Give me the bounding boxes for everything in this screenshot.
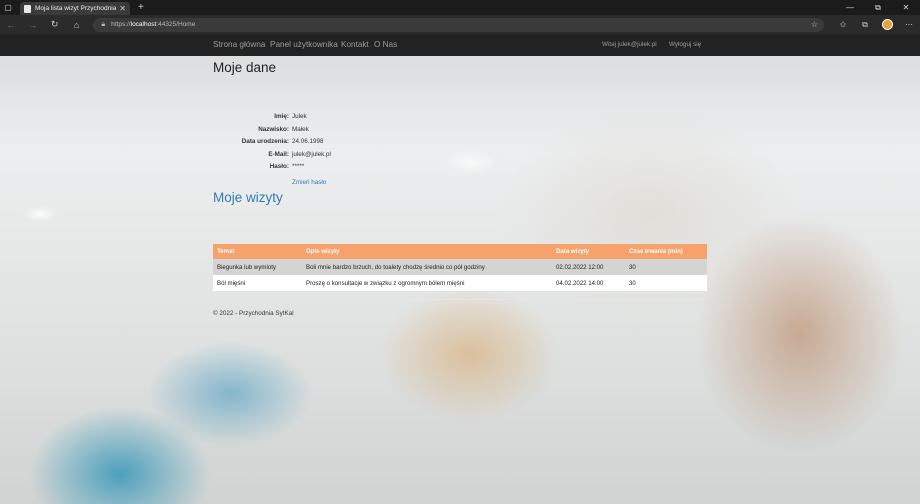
web-page: Strona główna Panel użytkownika Kontakt … — [0, 34, 920, 504]
new-tab-icon[interactable]: + — [138, 2, 144, 13]
toolbar-icons: ✩ ⧉ ⋯ — [832, 15, 920, 34]
visits-table: Temat Opis wizyty Data wizyty Czas trwan… — [213, 244, 707, 291]
avatar-icon — [881, 19, 893, 30]
table-cell: 30 — [625, 259, 707, 275]
table-cell: Boli mnie bardzo brzuch, do toalety chod… — [302, 259, 552, 275]
url-field[interactable]: 🔒︎ https://localhost:44325/Home ☆ — [93, 17, 825, 32]
page-favicon-icon — [24, 4, 31, 13]
profile-heading: Moje dane — [213, 60, 277, 75]
table-cell: 30 — [625, 275, 707, 291]
nav-contact-link[interactable]: Kontakt — [341, 40, 369, 49]
url-host: localhost — [130, 21, 157, 28]
table-cell: 02.02.2022 12:00 — [552, 259, 625, 275]
field-value: Julek — [292, 113, 307, 120]
tab-close-icon[interactable]: ✕ — [119, 4, 126, 13]
restore-icon[interactable]: ⧉ — [864, 0, 892, 15]
more-menu-icon[interactable]: ⋯ — [898, 15, 920, 34]
site-navbar: Strona główna Panel użytkownika Kontakt … — [0, 34, 920, 56]
column-header: Czas trwania (min) — [625, 244, 707, 259]
field-value: 24.06.1998 — [292, 138, 324, 145]
window-close-icon[interactable]: ✕ — [892, 0, 920, 15]
column-header: Data wizyty — [552, 244, 625, 259]
nav-greeting-link[interactable]: Witaj julek@julek.pl — [602, 41, 657, 48]
profile-row-first-name: Imię: Julek — [213, 113, 413, 123]
visits-heading: Moje wizyty — [213, 190, 283, 205]
field-value: Małek — [292, 125, 309, 133]
minimize-icon[interactable]: — — [836, 0, 864, 15]
nav-user-panel-link[interactable]: Panel użytkownika — [270, 40, 338, 49]
tab-actions-icon[interactable]: ▢ — [0, 0, 16, 15]
browser-tab[interactable]: Moja lista wizyt Przychodnia SytK ✕ — [20, 2, 130, 15]
home-icon[interactable]: ⌂ — [66, 15, 88, 34]
table-cell: Proszę o konsultacje w związku z ogromny… — [302, 275, 552, 291]
footer-text: © 2022 - Przychodnia SytKal — [213, 310, 294, 317]
field-label: Imię: — [274, 113, 289, 120]
profile-row-last-name: Nazwisko: Małek — [213, 126, 413, 136]
profile-row-birth-date: Data urodzenia: 24.06.1998 — [213, 138, 413, 148]
favorites-icon[interactable]: ✩ — [832, 15, 854, 34]
refresh-icon[interactable]: ↻ — [44, 15, 66, 34]
field-label: E-Mail: — [268, 150, 289, 158]
collections-icon[interactable]: ⧉ — [854, 15, 876, 34]
table-row: Biegunka lub wymioty Boli mnie bardzo br… — [213, 259, 707, 275]
column-header: Opis wizyty — [302, 244, 552, 259]
favorite-star-icon[interactable]: ☆ — [811, 20, 818, 29]
profile-row-password: Hasło: ***** — [213, 163, 413, 173]
url-path: :44325/Home — [156, 21, 196, 28]
window-controls: — ⧉ ✕ — [836, 0, 920, 15]
profile-row-email: E-Mail: julek@julek.pl — [213, 151, 413, 161]
nav-about-link[interactable]: O Nas — [374, 40, 397, 49]
address-toolbar: ← → ↻ ⌂ 🔒︎ https://localhost:44325/Home … — [0, 15, 920, 34]
tab-title: Moja lista wizyt Przychodnia SytK — [35, 5, 117, 12]
field-value: ***** — [292, 163, 305, 170]
nav-logout-link[interactable]: Wyloguj się — [669, 41, 701, 48]
table-cell: 04.02.2022 14:00 — [552, 275, 625, 291]
forward-icon[interactable]: → — [22, 15, 44, 34]
table-cell: Ból mięśni — [213, 275, 302, 291]
column-header: Temat — [213, 244, 302, 259]
field-value: julek@julek.pl — [292, 150, 331, 158]
field-label: Data urodzenia: — [241, 138, 289, 145]
profile-avatar[interactable] — [876, 15, 898, 34]
browser-tab-bar: ▢ Moja lista wizyt Przychodnia SytK ✕ + … — [0, 0, 920, 15]
back-icon[interactable]: ← — [0, 15, 22, 34]
footer-divider — [213, 299, 707, 300]
table-header-row: Temat Opis wizyty Data wizyty Czas trwan… — [213, 244, 707, 259]
change-password-link[interactable]: Zmień hasło — [292, 179, 326, 186]
table-row: Ból mięśni Proszę o konsultacje w związk… — [213, 275, 707, 291]
field-label: Nazwisko: — [258, 125, 289, 133]
field-label: Hasło: — [269, 163, 289, 170]
lock-icon: 🔒︎ — [101, 20, 106, 28]
url-scheme: https:// — [111, 21, 131, 28]
table-cell: Biegunka lub wymioty — [213, 259, 302, 275]
nav-home-link[interactable]: Strona główna — [213, 40, 265, 49]
